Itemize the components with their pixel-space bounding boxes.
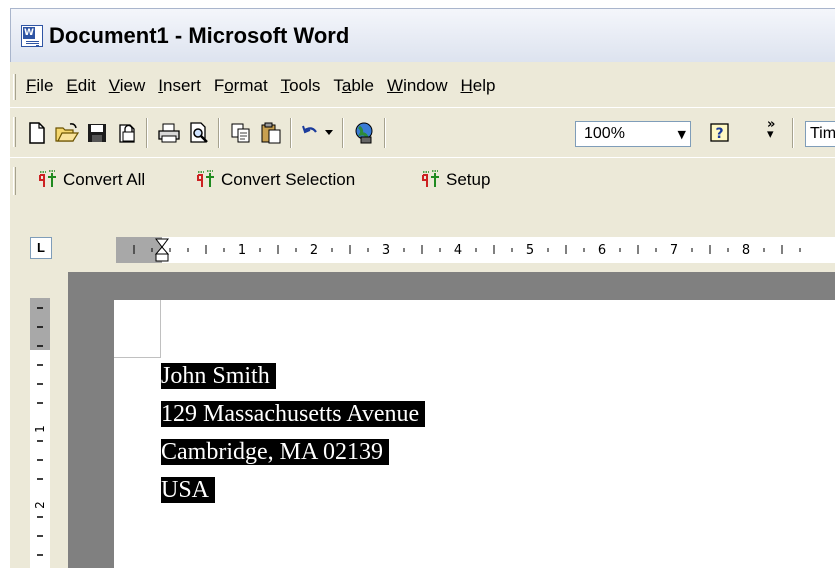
left-indent-marker[interactable] <box>155 253 169 262</box>
vertical-ruler-ticks: 1 2 <box>33 307 47 556</box>
toolbar-separator <box>792 118 794 148</box>
ruler-row: L 1 2 3 4 5 6 7 8 <box>10 226 835 272</box>
ruler-number-7: 7 <box>670 243 678 258</box>
ruler-number-8: 8 <box>742 243 750 258</box>
window-title: Document1 - Microsoft Word <box>49 23 350 48</box>
address-line-country[interactable]: USA <box>161 471 425 509</box>
pt-convert-icon <box>422 170 439 187</box>
menu-file[interactable]: File <box>26 76 53 96</box>
setup-label: Setup <box>446 170 491 189</box>
pt-convert-icon <box>39 170 56 187</box>
horizontal-ruler[interactable]: 1 2 3 4 5 6 7 8 <box>116 237 835 263</box>
menu-table[interactable]: Table <box>333 76 374 96</box>
title-bar[interactable]: W Document1 - Microsoft Word <box>10 8 835 62</box>
address-line-street[interactable]: 129 Massachusetts Avenue <box>161 395 426 433</box>
paste-icon <box>261 122 281 144</box>
tab-selector[interactable]: L <box>30 237 52 259</box>
svg-text:?: ? <box>715 126 723 142</box>
toolbar-separator <box>218 118 220 148</box>
web-toolbar-button[interactable] <box>352 120 378 146</box>
menu-window[interactable]: Window <box>387 76 447 96</box>
standard-toolbar: 100% ▼ ? »▾ Times New Roman <box>10 108 835 158</box>
copy-button[interactable] <box>228 120 254 146</box>
chevron-down-icon[interactable]: ▼ <box>678 128 686 141</box>
toolbar-separator <box>342 118 344 148</box>
convert-all-button[interactable]: Convert All <box>38 170 145 190</box>
vruler-number-2: 2 <box>33 501 47 509</box>
convert-toolbar: Convert All Convert Selection Setup <box>10 158 530 204</box>
margin-corner-mark <box>114 357 161 358</box>
menu-format[interactable]: Format <box>214 76 268 96</box>
menu-help[interactable]: Help <box>460 76 495 96</box>
menu-bar-grip[interactable] <box>13 74 16 100</box>
undo-dropdown-icon <box>325 130 333 135</box>
pt-convert-icon <box>197 170 214 187</box>
zoom-combobox[interactable]: 100% ▼ <box>575 121 691 147</box>
toolbar-options-icon[interactable]: » ▾ <box>767 118 775 141</box>
save-button[interactable] <box>84 120 110 146</box>
toolbar-separator <box>384 118 386 148</box>
margin-corner-mark <box>160 300 161 358</box>
toolbar-area-background <box>530 158 835 204</box>
ruler-number-3: 3 <box>382 243 390 258</box>
web-globe-icon <box>355 122 373 144</box>
print-button[interactable] <box>156 120 182 146</box>
copy-icon <box>231 123 250 143</box>
toolbar-separator <box>290 118 292 148</box>
toolbar-separator <box>146 118 148 148</box>
convert-all-label: Convert All <box>63 170 146 189</box>
menu-view[interactable]: View <box>109 76 146 96</box>
menu-tools[interactable]: Tools <box>281 76 321 96</box>
convert-toolbar-grip[interactable] <box>13 167 16 195</box>
help-icon: ? <box>710 123 729 142</box>
menu-edit[interactable]: Edit <box>66 76 95 96</box>
new-document-icon <box>29 122 45 144</box>
convert-selection-button[interactable]: Convert Selection <box>196 170 355 190</box>
font-value: Times New Roman <box>810 125 835 142</box>
address-line-city[interactable]: Cambridge, MA 02139 <box>161 433 425 471</box>
menu-bar: File Edit View Insert Format Tools Table… <box>10 62 835 108</box>
ruler-number-2: 2 <box>310 243 318 258</box>
print-preview-button[interactable] <box>186 120 212 146</box>
address-block[interactable]: John Smith 129 Massachusetts Avenue Camb… <box>161 357 426 509</box>
word-app-icon[interactable]: W <box>21 25 43 47</box>
address-line-name[interactable]: John Smith <box>161 357 425 395</box>
permission-icon <box>119 124 135 143</box>
help-button[interactable]: ? <box>707 120 733 146</box>
paste-button[interactable] <box>258 120 284 146</box>
word-window: W Document1 - Microsoft Word File Edit V… <box>10 8 835 568</box>
convert-selection-label: Convert Selection <box>221 170 356 189</box>
first-line-indent-marker[interactable] <box>155 238 169 248</box>
undo-button[interactable] <box>298 120 324 146</box>
permission-button[interactable] <box>114 120 140 146</box>
ruler-number-4: 4 <box>454 243 462 258</box>
hanging-indent-marker[interactable] <box>154 246 170 255</box>
print-icon <box>158 123 180 143</box>
toolbar-grip[interactable] <box>13 117 16 147</box>
new-document-button[interactable] <box>24 120 50 146</box>
setup-button[interactable]: Setup <box>421 170 490 190</box>
vertical-ruler[interactable]: 1 2 <box>30 298 50 568</box>
menu-insert[interactable]: Insert <box>158 76 201 96</box>
open-button[interactable] <box>54 120 80 146</box>
undo-icon <box>302 125 317 134</box>
vruler-number-1: 1 <box>33 425 47 433</box>
save-icon <box>88 124 106 142</box>
ruler-ticks: 1 2 3 4 5 6 7 8 <box>133 238 801 262</box>
ruler-number-6: 6 <box>598 243 606 258</box>
print-preview-icon <box>190 122 208 143</box>
zoom-value: 100% <box>584 125 625 142</box>
ruler-number-5: 5 <box>526 243 534 258</box>
undo-dropdown-button[interactable] <box>322 120 336 146</box>
ruler-number-1: 1 <box>238 243 246 258</box>
open-folder-icon <box>55 123 79 142</box>
font-combobox[interactable]: Times New Roman <box>805 121 835 147</box>
